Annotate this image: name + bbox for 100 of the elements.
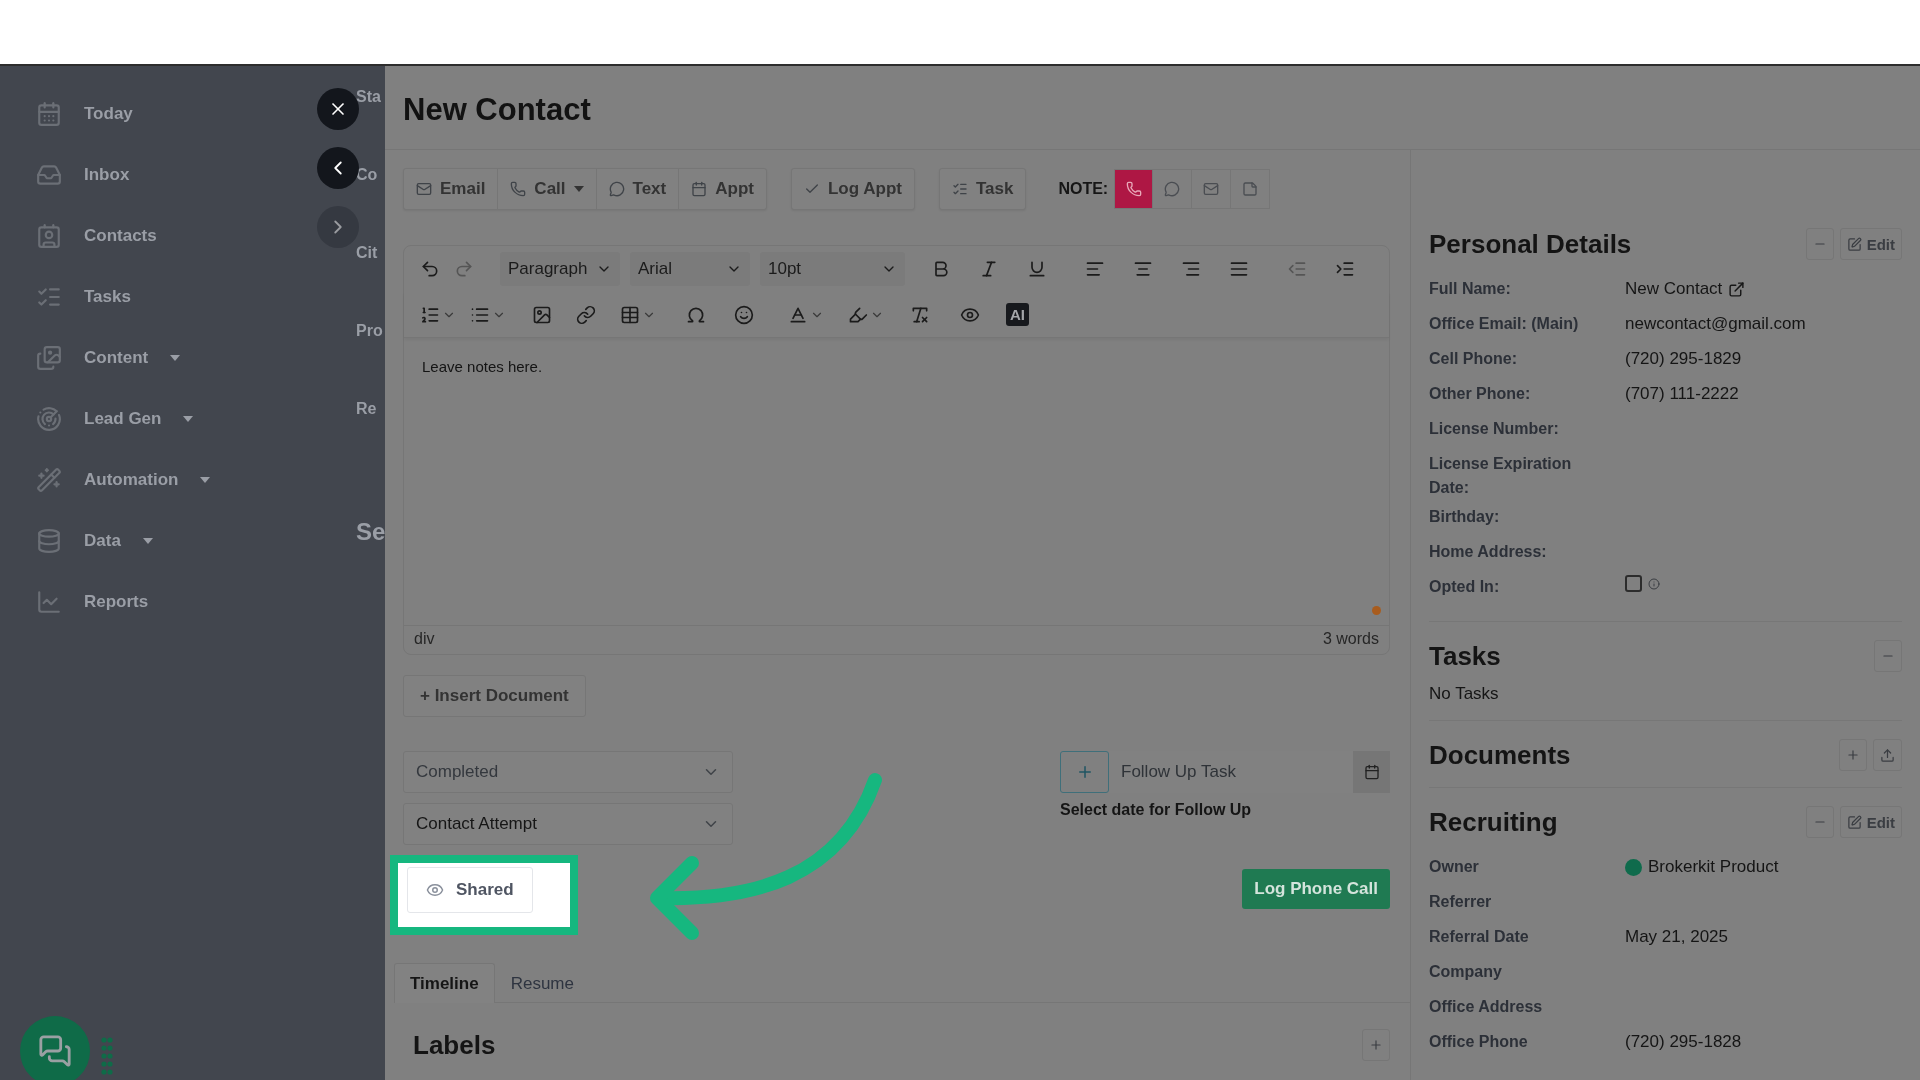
underline-icon xyxy=(1027,259,1047,279)
tab[interactable]: Timeline xyxy=(394,963,495,1003)
eye-icon xyxy=(426,881,444,899)
field-value: New Contact xyxy=(1625,278,1723,300)
inbox-icon xyxy=(36,162,62,188)
chat-bubbles-icon xyxy=(38,1034,72,1068)
action-button[interactable]: Text xyxy=(596,169,680,209)
rich-text-editor[interactable]: Paragraph Arial 10pt AI Leave notes here. div 3 words xyxy=(403,245,1390,655)
magic-wand-icon xyxy=(36,467,62,493)
log-phone-call-button[interactable]: Log Phone Call xyxy=(1242,869,1390,909)
chat-bubble-icon xyxy=(1164,181,1181,197)
phone-icon xyxy=(510,181,527,197)
form-label: Re xyxy=(356,400,377,418)
note-text: Leave notes here. xyxy=(422,358,544,375)
database-icon xyxy=(36,528,62,554)
back-button[interactable] xyxy=(317,147,359,189)
action-button[interactable]: Email xyxy=(404,169,499,209)
ai-button[interactable]: AI xyxy=(1006,303,1029,326)
sidebar-item[interactable]: Today xyxy=(36,94,133,134)
font-size-select[interactable]: 10pt xyxy=(760,252,905,286)
table-icon xyxy=(620,304,640,325)
font-select[interactable]: Arial xyxy=(630,252,750,286)
field-label: Cell Phone: xyxy=(1429,349,1518,369)
form-label: Pro xyxy=(356,322,383,340)
pencil-square-icon xyxy=(1846,814,1862,830)
form-label: Sta xyxy=(356,88,381,106)
field-label: Home Address: xyxy=(1429,542,1548,562)
grip-icon[interactable] xyxy=(101,1036,113,1076)
calendar-icon xyxy=(1363,764,1380,780)
element-path: div xyxy=(414,630,435,648)
italic-icon xyxy=(979,259,999,279)
field-label: Owner xyxy=(1429,857,1480,877)
align-right-icon xyxy=(1181,259,1201,279)
action-button[interactable]: Log Appt xyxy=(791,169,914,209)
dropdown-select[interactable]: Contact Attempt xyxy=(403,803,733,845)
field-value: Brokerkit Product xyxy=(1648,856,1779,878)
sidebar-item[interactable]: Tasks xyxy=(36,277,131,317)
status-dot xyxy=(1372,606,1381,615)
section-title: Tasks xyxy=(1429,640,1501,672)
plus-icon xyxy=(1369,1038,1383,1052)
field-label: Referral Date xyxy=(1429,927,1530,947)
field-label: Opted In: xyxy=(1429,577,1501,597)
section-title: Personal Details xyxy=(1429,228,1632,260)
field-label: Office Address xyxy=(1429,997,1544,1017)
checkbox[interactable] xyxy=(1625,575,1642,592)
sidebar-item[interactable]: Content xyxy=(36,338,181,378)
field-label: Company xyxy=(1429,962,1503,982)
checklist-icon xyxy=(951,181,968,197)
shared-button[interactable]: Shared xyxy=(407,867,533,913)
align-left-icon xyxy=(1085,259,1105,279)
chat-button[interactable] xyxy=(20,1016,90,1080)
sidebar-item[interactable]: Data xyxy=(36,521,153,561)
mail-icon xyxy=(416,181,432,197)
field-value: (720) 295-1829 xyxy=(1625,348,1742,370)
align-center-icon xyxy=(1133,259,1153,279)
block-format-select[interactable]: Paragraph xyxy=(500,252,620,286)
insert-document-button[interactable]: + Insert Document xyxy=(403,675,586,717)
upload-icon xyxy=(1880,747,1895,763)
note-label: NOTE: xyxy=(1058,180,1109,198)
align-justify-icon xyxy=(1229,259,1249,279)
field-value: newcontact@gmail.com xyxy=(1625,313,1806,335)
sidebar-item[interactable]: Lead Gen xyxy=(36,399,194,439)
section-title: Se xyxy=(356,518,385,546)
info-icon xyxy=(1648,577,1660,590)
line-chart-icon xyxy=(36,589,62,615)
calendar-button[interactable] xyxy=(1353,751,1390,793)
action-button[interactable]: Task xyxy=(939,169,1026,209)
external-link-icon[interactable] xyxy=(1728,280,1746,298)
action-button[interactable]: Call xyxy=(498,169,597,209)
mail-icon xyxy=(1203,181,1220,197)
indent-icon xyxy=(1335,259,1355,279)
field-label: Birthday: xyxy=(1429,507,1501,527)
link-icon xyxy=(576,304,596,325)
page-title: New Contact xyxy=(403,92,591,128)
empty-message: No Tasks xyxy=(1429,684,1500,704)
word-count: 3 words xyxy=(1322,630,1379,648)
note-type-button[interactable] xyxy=(1114,169,1154,209)
section-title: Labels xyxy=(413,1029,496,1061)
sidebar-item[interactable]: Inbox xyxy=(36,155,130,195)
redo-icon xyxy=(454,259,474,279)
follow-up-hint: Select date for Follow Up xyxy=(1060,801,1253,819)
field-label: License Number: xyxy=(1429,419,1560,439)
sidebar-item[interactable]: Reports xyxy=(36,582,149,622)
outdent-icon xyxy=(1287,259,1307,279)
field-label: Office Phone xyxy=(1429,1032,1529,1052)
tab[interactable]: Resume xyxy=(494,963,590,1003)
image-icon xyxy=(532,304,552,325)
field-value: (707) 111-2222 xyxy=(1625,383,1739,405)
field-label: Referrer xyxy=(1429,892,1493,912)
sidebar-item[interactable]: Automation xyxy=(36,460,211,500)
section-title: Recruiting xyxy=(1429,806,1558,838)
edit-button[interactable]: Edit xyxy=(1839,806,1902,838)
action-button[interactable]: Appt xyxy=(679,169,766,209)
undo-icon xyxy=(420,259,440,279)
field-label: Other Phone: xyxy=(1429,384,1532,404)
phone-icon xyxy=(1125,181,1142,197)
calendar-icon xyxy=(36,101,62,127)
sidebar-item[interactable]: Contacts xyxy=(36,216,157,256)
field-label: License Expiration Date: xyxy=(1429,454,1573,498)
edit-button[interactable]: Edit xyxy=(1839,228,1902,260)
